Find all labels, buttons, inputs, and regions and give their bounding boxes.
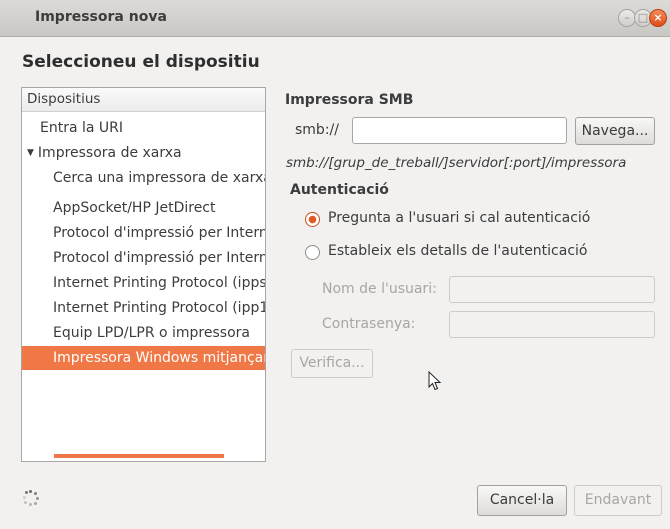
expander-down-icon[interactable]: ▼: [27, 141, 34, 165]
device-item-network-printer[interactable]: ▼ Impressora de xarxa: [22, 141, 265, 165]
radio-set-details-label[interactable]: Estableix els detalls de l'autenticació: [328, 243, 588, 259]
page-title: Seleccioneu el dispositiu: [22, 52, 260, 72]
username-label: Nom de l'usuari:: [322, 281, 437, 297]
smb-url-input[interactable]: [352, 117, 567, 144]
close-icon[interactable]: ×: [649, 9, 667, 27]
smb-section-title: Impressora SMB: [285, 92, 414, 108]
device-item-appsocket[interactable]: AppSocket/HP JetDirect: [22, 196, 265, 220]
device-item-uri[interactable]: Entra la URI: [22, 116, 265, 140]
title-bar: Impressora nova – □ ×: [0, 0, 670, 37]
radio-prompt-user[interactable]: [305, 212, 320, 227]
device-list-header[interactable]: Dispositius: [22, 88, 265, 112]
device-item-lpd[interactable]: Equip LPD/LPR o impressora: [22, 321, 265, 345]
device-list[interactable]: Dispositius Entra la URI ▼ Impressora de …: [21, 87, 266, 462]
password-field[interactable]: [449, 311, 655, 338]
verify-button[interactable]: Verifica...: [291, 349, 373, 378]
horizontal-scroll-indicator[interactable]: [54, 454, 224, 458]
forward-button[interactable]: Endavant: [574, 485, 662, 516]
window-title: Impressora nova: [35, 9, 167, 25]
smb-url-label: smb://: [295, 122, 339, 138]
device-item-ipps[interactable]: Internet Printing Protocol (ipps): [22, 271, 265, 295]
loading-spinner-icon: [23, 490, 39, 506]
auth-section-title: Autenticació: [290, 182, 389, 198]
password-label: Contrasenya:: [322, 316, 416, 332]
radio-prompt-user-label[interactable]: Pregunta a l'usuari si cal autenticació: [328, 210, 590, 226]
username-field[interactable]: [449, 276, 655, 303]
device-item-ipp14[interactable]: Internet Printing Protocol (ipp14): [22, 296, 265, 320]
device-item-https[interactable]: Protocol d'impressió per Internet (https…: [22, 246, 265, 270]
smb-url-hint: smb://[grup_de_treball/]servidor[:port]/…: [286, 155, 627, 171]
cancel-button[interactable]: Cancel·la: [477, 485, 567, 516]
radio-set-details[interactable]: [305, 245, 320, 260]
device-item-samba[interactable]: Impressora Windows mitjançant SAMBA: [22, 346, 265, 370]
device-item-ipp[interactable]: Protocol d'impressió per Internet (ipp): [22, 221, 265, 245]
mouse-pointer-icon: [428, 371, 442, 391]
browse-button[interactable]: Navega...: [575, 117, 655, 145]
device-item-find-network[interactable]: Cerca una impressora de xarxa: [22, 166, 265, 190]
device-item-label: Impressora de xarxa: [37, 145, 182, 161]
